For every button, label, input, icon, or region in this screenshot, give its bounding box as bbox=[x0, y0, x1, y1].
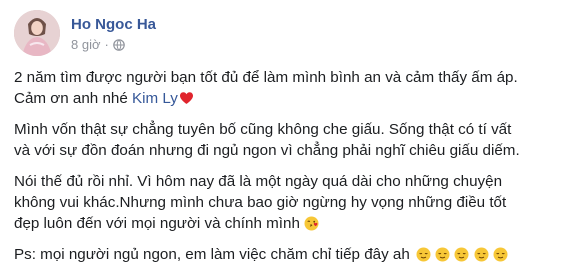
avatar-image bbox=[14, 10, 60, 56]
post-header: Ho Ngoc Ha 8 giờ · bbox=[14, 10, 156, 56]
paragraph-line: Mình vốn thật sự chẳng tuyên bố cũng khô… bbox=[14, 121, 512, 138]
paragraph-line: không vui khác.Nhưng mình chưa bao giờ n… bbox=[14, 194, 507, 211]
paragraph-3: Nói thế đủ rồi nhỉ. Vì hôm nay đã là một… bbox=[14, 171, 566, 234]
relieved-face-icon bbox=[435, 247, 450, 262]
paragraph-line-text: đẹp luôn đến với mọi người và chính mình bbox=[14, 215, 300, 232]
paragraph-line: 2 năm tìm được người bạn tốt đủ để làm m… bbox=[14, 69, 518, 86]
globe-icon[interactable] bbox=[113, 39, 125, 51]
meta-separator: · bbox=[104, 37, 109, 52]
author-avatar[interactable] bbox=[14, 10, 60, 56]
face-blowing-kiss-icon bbox=[304, 216, 319, 231]
post-body: 2 năm tìm được người bạn tốt đủ để làm m… bbox=[14, 67, 566, 267]
relieved-face-icon bbox=[474, 247, 489, 262]
paragraph-line: Nói thế đủ rồi nhỉ. Vì hôm nay đã là một… bbox=[14, 173, 503, 190]
relieved-face-icon bbox=[454, 247, 469, 262]
post-subline: 8 giờ · bbox=[71, 37, 156, 53]
ps-text: Ps: mọi người ngủ ngon, em làm việc chăm… bbox=[14, 246, 410, 263]
thanks-text: Cảm ơn anh nhé bbox=[14, 90, 133, 107]
post-meta: Ho Ngoc Ha 8 giờ · bbox=[71, 10, 156, 53]
paragraph-1: 2 năm tìm được người bạn tốt đủ để làm m… bbox=[14, 67, 566, 109]
author-name[interactable]: Ho Ngoc Ha bbox=[71, 16, 156, 34]
red-heart-icon bbox=[179, 90, 194, 104]
relieved-face-icon bbox=[416, 247, 431, 262]
paragraph-line: Cảm ơn anh nhé Kim Ly bbox=[14, 88, 566, 109]
relieved-face-icons bbox=[416, 246, 508, 263]
paragraph-4: Ps: mọi người ngủ ngon, em làm việc chăm… bbox=[14, 244, 566, 265]
mention-link[interactable]: Kim Ly bbox=[132, 90, 178, 107]
paragraph-2: Mình vốn thật sự chẳng tuyên bố cũng khô… bbox=[14, 119, 566, 161]
paragraph-line: đẹp luôn đến với mọi người và chính mình bbox=[14, 213, 566, 234]
paragraph-line: và với sự đồn đoán nhưng đi ngủ ngon vì … bbox=[14, 142, 520, 159]
post-time[interactable]: 8 giờ bbox=[71, 37, 101, 53]
relieved-face-icon bbox=[493, 247, 508, 262]
facebook-post: Ho Ngoc Ha 8 giờ · 2 năm tìm được người … bbox=[0, 0, 580, 267]
